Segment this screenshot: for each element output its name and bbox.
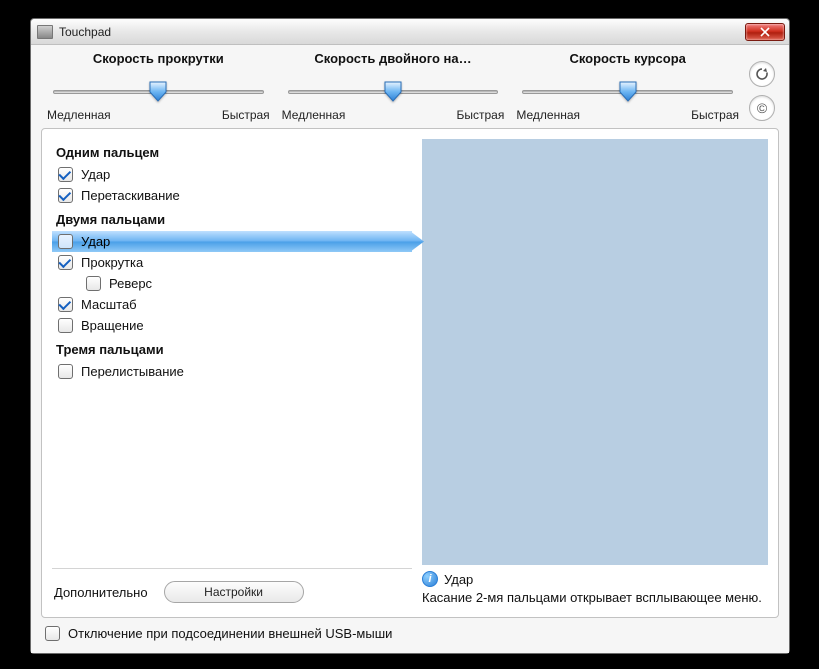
- item-two-finger-rotate[interactable]: Вращение: [52, 315, 412, 336]
- checkbox[interactable]: [58, 234, 73, 249]
- refresh-icon: [754, 66, 770, 82]
- section-one-finger: Одним пальцем: [52, 139, 412, 164]
- item-one-finger-tap[interactable]: Удар: [52, 164, 412, 185]
- checkbox[interactable]: [86, 276, 101, 291]
- slider-title: Скорость курсора: [514, 51, 741, 66]
- item-label: Реверс: [109, 276, 152, 291]
- reset-button[interactable]: [749, 61, 775, 87]
- slider-thumb[interactable]: [148, 80, 168, 102]
- slider-max-label: Быстрая: [222, 108, 270, 122]
- checkbox[interactable]: [58, 318, 73, 333]
- item-two-finger-zoom[interactable]: Масштаб: [52, 294, 412, 315]
- item-label: Перелистывание: [81, 364, 184, 379]
- section-three-finger: Тремя пальцами: [52, 336, 412, 361]
- slider-double-tap-speed: Скорость двойного на… Медленная Быстрая: [276, 51, 511, 122]
- item-two-finger-scroll[interactable]: Прокрутка: [52, 252, 412, 273]
- checkbox[interactable]: [58, 167, 73, 182]
- close-icon: [760, 27, 770, 37]
- checkbox[interactable]: [58, 297, 73, 312]
- item-label: Прокрутка: [81, 255, 143, 270]
- item-label: Удар: [81, 167, 110, 182]
- titlebar[interactable]: Touchpad: [31, 19, 789, 45]
- slider-max-label: Быстрая: [457, 108, 505, 122]
- copyright-icon: ©: [757, 100, 767, 116]
- item-label: Вращение: [81, 318, 144, 333]
- item-label: Масштаб: [81, 297, 137, 312]
- slider-min-label: Медленная: [47, 108, 111, 122]
- close-button[interactable]: [745, 23, 785, 41]
- item-one-finger-drag[interactable]: Перетаскивание: [52, 185, 412, 206]
- slider-track[interactable]: [45, 72, 272, 106]
- info-icon: i: [422, 571, 438, 587]
- section-two-finger: Двумя пальцами: [52, 206, 412, 231]
- slider-title: Скорость прокрутки: [45, 51, 272, 66]
- bottom-bar: Отключение при подсоединении внешней USB…: [41, 618, 779, 641]
- item-two-finger-tap[interactable]: Удар: [52, 231, 412, 252]
- item-three-finger-swipe[interactable]: Перелистывание: [52, 361, 412, 382]
- checkbox[interactable]: [58, 364, 73, 379]
- slider-min-label: Медленная: [282, 108, 346, 122]
- item-label: Удар: [81, 234, 110, 249]
- hint-text: Касание 2-мя пальцами открывает всплываю…: [422, 589, 768, 607]
- checkbox[interactable]: [58, 255, 73, 270]
- slider-max-label: Быстрая: [691, 108, 739, 122]
- disable-on-usb-checkbox[interactable]: [45, 626, 60, 641]
- slider-track[interactable]: [280, 72, 507, 106]
- slider-title: Скорость двойного на…: [280, 51, 507, 66]
- item-two-finger-reverse[interactable]: Реверс: [52, 273, 412, 294]
- gesture-preview: [422, 139, 768, 565]
- content-area: Скорость прокрутки Медленная Быстрая Ско…: [31, 45, 789, 653]
- slider-thumb[interactable]: [383, 80, 403, 102]
- preview-column: i Удар Касание 2-мя пальцами открывает в…: [422, 139, 768, 607]
- window-title: Touchpad: [59, 25, 745, 39]
- main-panel: Одним пальцем Удар Перетаскивание Двумя …: [41, 128, 779, 618]
- settings-button[interactable]: Настройки: [164, 581, 304, 603]
- sliders-row: Скорость прокрутки Медленная Быстрая Ско…: [41, 51, 779, 122]
- footer-row: Дополнительно Настройки: [52, 577, 412, 607]
- disable-on-usb-label: Отключение при подсоединении внешней USB…: [68, 626, 392, 641]
- side-buttons: ©: [745, 51, 779, 121]
- window-icon: [37, 25, 53, 39]
- slider-scroll-speed: Скорость прокрутки Медленная Быстрая: [41, 51, 276, 122]
- slider-cursor-speed: Скорость курсора Медленная Быстрая: [510, 51, 745, 122]
- hint-title: Удар: [444, 572, 473, 587]
- advanced-label: Дополнительно: [54, 585, 148, 600]
- slider-min-label: Медленная: [516, 108, 580, 122]
- item-label: Перетаскивание: [81, 188, 180, 203]
- info-button[interactable]: ©: [749, 95, 775, 121]
- gesture-list: Одним пальцем Удар Перетаскивание Двумя …: [52, 139, 412, 607]
- checkbox[interactable]: [58, 188, 73, 203]
- slider-thumb[interactable]: [618, 80, 638, 102]
- settings-window: Touchpad Скорость прокрутки Медленная Бы…: [30, 18, 790, 654]
- slider-track[interactable]: [514, 72, 741, 106]
